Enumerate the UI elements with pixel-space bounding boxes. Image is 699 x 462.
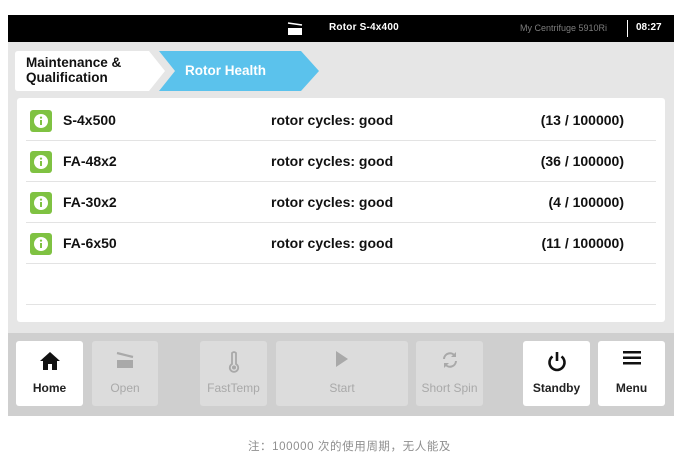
breadcrumb-label: Rotor Health [185, 63, 266, 78]
rotor-cycle-count: (13 / 100000) [540, 112, 624, 128]
fasttemp-label: FastTemp [207, 381, 260, 395]
clock: 08:27 [636, 22, 662, 33]
status-bar: Rotor S-4x400 My Centrifuge 5910Ri 08:27 [8, 15, 674, 42]
menu-button[interactable]: Menu [598, 341, 665, 406]
info-icon [30, 192, 52, 214]
breadcrumb-rotor-health[interactable]: Rotor Health [159, 51, 319, 91]
rotor-row[interactable]: FA-48x2 rotor cycles: good (36 / 100000) [26, 141, 656, 182]
rotor-status: rotor cycles: good [271, 153, 394, 169]
status-divider [627, 20, 628, 37]
rotor-cycle-count: (36 / 100000) [540, 153, 624, 169]
rotor-cycle-count: (4 / 100000) [548, 194, 625, 210]
open-label: Open [110, 381, 140, 395]
centrifuge-screen: Rotor S-4x400 My Centrifuge 5910Ri 08:27… [8, 15, 674, 416]
power-icon [547, 352, 566, 372]
short-spin-button[interactable]: Short Spin [416, 341, 483, 406]
bottom-toolbar: Home Open FastTemp Start Short Spin Stan… [8, 333, 674, 416]
rotor-row[interactable]: S-4x500 rotor cycles: good (13 / 100000) [26, 100, 656, 141]
home-icon [39, 352, 60, 370]
footnote: 注：100000 次的使用周期，无人能及 [247, 441, 452, 453]
rotor-name: FA-6x50 [63, 235, 117, 251]
breadcrumb-maintenance[interactable]: Maintenance & Qualification [15, 51, 165, 91]
open-button[interactable]: Open [92, 341, 158, 406]
rotor-status: rotor cycles: good [271, 112, 394, 128]
rotor-name: S-4x500 [63, 112, 116, 128]
rotor-cycle-count: (11 / 100000) [541, 235, 624, 251]
info-icon [30, 233, 52, 255]
menu-label: Menu [615, 381, 648, 395]
short-spin-label: Short Spin [421, 381, 478, 395]
info-icon [30, 110, 52, 132]
start-label: Start [329, 381, 355, 395]
rotor-row[interactable]: FA-30x2 rotor cycles: good (4 / 100000) [26, 182, 656, 223]
start-button[interactable]: Start [276, 341, 408, 406]
home-label: Home [32, 381, 67, 395]
rotor-name: FA-30x2 [63, 194, 117, 210]
lid-open-icon [116, 351, 134, 368]
menu-icon [622, 351, 641, 365]
play-icon [336, 351, 348, 367]
info-icon [30, 151, 52, 173]
rotor-list: S-4x500 rotor cycles: good (13 / 100000)… [17, 98, 665, 322]
standby-button[interactable]: Standby [523, 341, 590, 406]
rotor-status: rotor cycles: good [271, 194, 394, 210]
lid-icon [287, 21, 303, 36]
thermometer-icon [228, 351, 239, 373]
rotor-row[interactable]: FA-6x50 rotor cycles: good (11 / 100000) [26, 223, 656, 264]
standby-label: Standby [532, 381, 581, 395]
fasttemp-button[interactable]: FastTemp [200, 341, 267, 406]
refresh-icon [442, 352, 457, 368]
rotor-status: rotor cycles: good [271, 235, 394, 251]
breadcrumb-label: Maintenance & Qualification [26, 55, 122, 85]
status-title: Rotor S-4x400 [329, 22, 399, 33]
home-button[interactable]: Home [16, 341, 83, 406]
empty-row [26, 264, 656, 305]
device-name: My Centrifuge 5910Ri [520, 23, 608, 33]
rotor-name: FA-48x2 [63, 153, 117, 169]
